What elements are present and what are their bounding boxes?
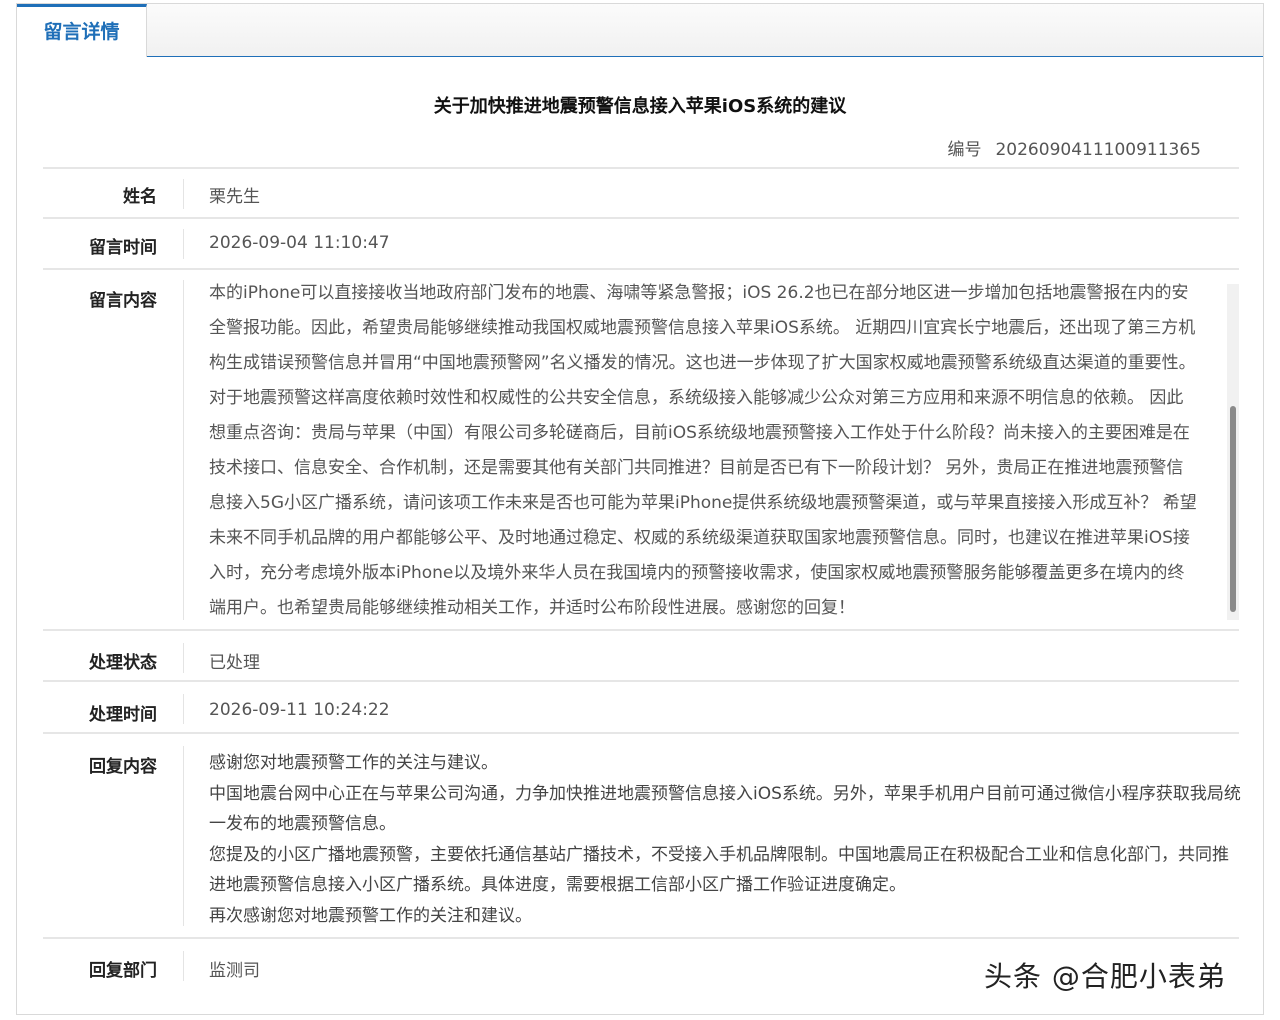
tab-bar: 留言详情 (17, 4, 1263, 57)
serial-label: 编号 (947, 140, 982, 160)
name-value: 栗先生 (209, 187, 260, 207)
handled-time-label: 处理时间 (89, 705, 157, 725)
message-time-label: 留言时间 (89, 238, 157, 258)
content-scrollbar-thumb[interactable] (1230, 406, 1236, 612)
serial-value: 2026090411100911365 (995, 140, 1201, 160)
name-label: 姓名 (123, 187, 157, 207)
row-message-time: 留言时间 2026-09-04 11:10:47 (43, 217, 1239, 270)
divider (183, 746, 184, 926)
reply-department-value: 监测司 (209, 961, 260, 981)
status-label: 处理状态 (89, 653, 157, 673)
watermark: 头条 @合肥小表弟 (984, 960, 1226, 993)
divider (183, 694, 184, 724)
reply-line: 您提及的小区广播地震预警，主要依托通信基站广播技术，不受接入手机品牌限制。中国地… (209, 844, 1229, 896)
message-detail-panel: 留言详情 关于加快推进地震预警信息接入苹果iOS系统的建议 编号 20260904… (16, 3, 1264, 1015)
reply-line: 感谢您对地震预警工作的关注与建议。 (209, 753, 498, 773)
content-scrollbar[interactable] (1227, 284, 1239, 620)
serial-number: 编号 2026090411100911365 (947, 135, 1201, 160)
divider (183, 280, 184, 620)
status-value: 已处理 (209, 653, 260, 673)
row-status: 处理状态 已处理 (43, 629, 1239, 682)
row-message-content: 留言内容 本的iPhone可以直接接收当地政府部门发布的地震、海啸等紧急警报；i… (43, 268, 1239, 631)
divider (183, 179, 184, 209)
divider (183, 643, 184, 673)
handled-time-value: 2026-09-11 10:24:22 (209, 700, 390, 720)
row-reply-content: 回复内容 感谢您对地震预警工作的关注与建议。 中国地震台网中心正在与苹果公司沟通… (43, 732, 1241, 939)
message-time-value: 2026-09-04 11:10:47 (209, 233, 390, 253)
reply-content-label: 回复内容 (89, 757, 157, 777)
reply-department-label: 回复部门 (89, 961, 157, 981)
reply-content-text: 感谢您对地震预警工作的关注与建议。 中国地震台网中心正在与苹果公司沟通，力争加快… (209, 748, 1244, 931)
message-title: 关于加快推进地震预警信息接入苹果iOS系统的建议 (433, 96, 847, 117)
divider (183, 951, 184, 981)
row-name: 姓名 栗先生 (43, 167, 1239, 219)
message-content-label: 留言内容 (89, 291, 157, 311)
divider (183, 229, 184, 259)
tab-message-detail[interactable]: 留言详情 (17, 4, 147, 57)
message-content-text[interactable]: 本的iPhone可以直接接收当地政府部门发布的地震、海啸等紧急警报；iOS 26… (209, 276, 1199, 626)
reply-line: 中国地震台网中心正在与苹果公司沟通，力争加快推进地震预警信息接入iOS系统。另外… (209, 783, 1241, 835)
reply-line: 再次感谢您对地震预警工作的关注和建议。 (209, 905, 532, 926)
row-handled-time: 处理时间 2026-09-11 10:24:22 (43, 680, 1239, 734)
